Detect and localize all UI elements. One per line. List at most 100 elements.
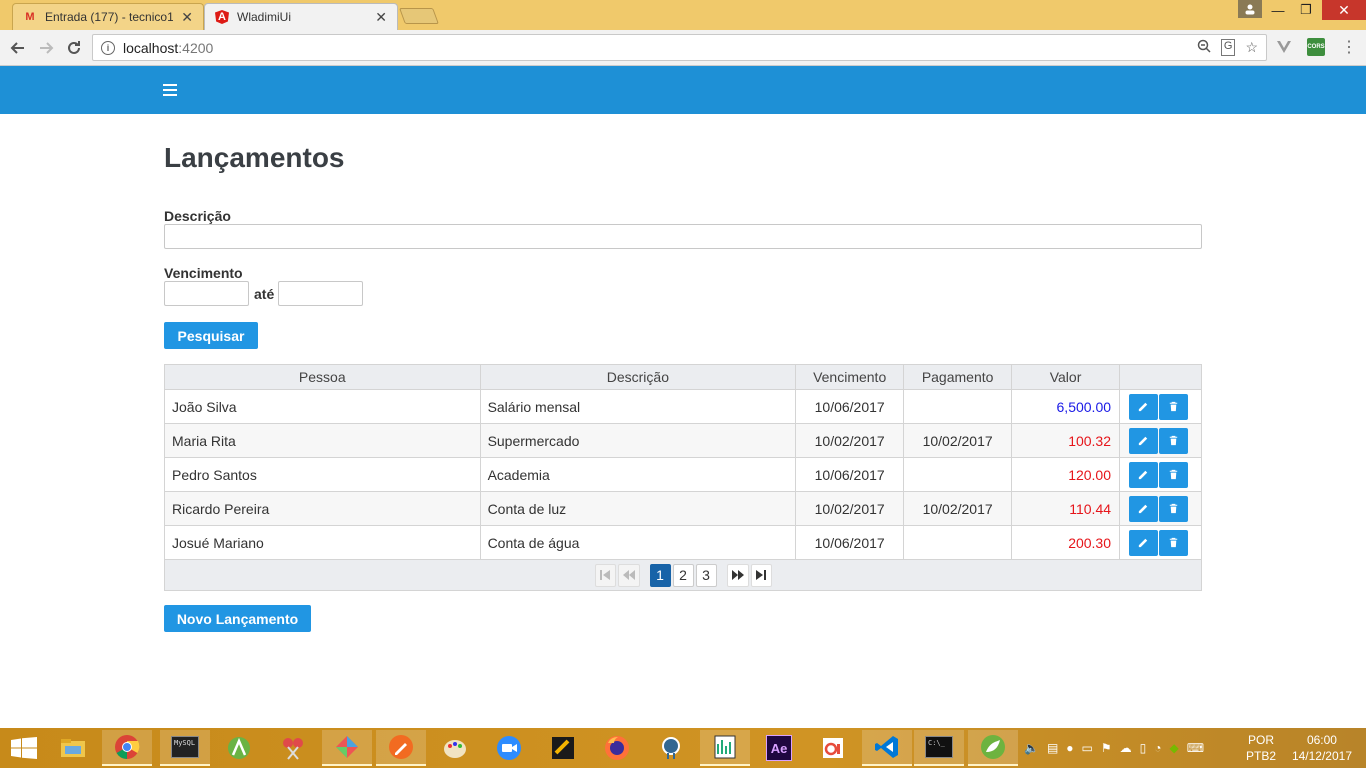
notepad-icon[interactable] [700, 730, 750, 766]
vencimento-fim-input[interactable] [278, 281, 363, 306]
mysql-icon[interactable]: MySQL [160, 730, 210, 766]
pencil-icon [1138, 402, 1148, 412]
delete-button[interactable] [1159, 529, 1189, 556]
input-language[interactable]: POR PTB2 [1246, 732, 1276, 764]
zoom-icon[interactable] [1197, 39, 1211, 56]
cors-extension-icon[interactable]: CORS [1307, 38, 1325, 56]
windows-start-icon[interactable] [0, 728, 48, 768]
cell-actions [1119, 389, 1202, 424]
vue-devtools-icon[interactable] [1275, 38, 1293, 56]
battery-icon[interactable]: ▯ [1140, 741, 1147, 755]
gmail-icon: M [25, 11, 35, 23]
column-header-vencimento[interactable]: Vencimento [795, 364, 905, 390]
video-call-icon[interactable] [484, 730, 534, 766]
delete-button[interactable] [1159, 495, 1189, 522]
pencil-icon [1138, 504, 1148, 514]
camera-icon[interactable]: ● [1066, 741, 1073, 755]
trash-icon [1169, 435, 1178, 446]
column-header-pagamento[interactable]: Pagamento [903, 364, 1013, 390]
cell-descricao: Supermercado [479, 423, 797, 458]
delete-button[interactable] [1159, 461, 1189, 488]
url-port: :4200 [178, 39, 214, 56]
bookmark-star-icon[interactable]: ☆ [1245, 39, 1258, 56]
previous-page-icon[interactable] [617, 563, 640, 587]
site-info-icon[interactable]: i [101, 40, 115, 55]
android-studio-icon[interactable] [214, 730, 264, 766]
delete-button[interactable] [1159, 427, 1189, 454]
page-2-button[interactable]: 2 [672, 563, 694, 587]
column-header-valor[interactable]: Valor [1011, 364, 1121, 390]
next-page-icon[interactable] [726, 563, 749, 587]
file-explorer-icon[interactable] [48, 730, 98, 766]
pencil-app-icon[interactable] [376, 730, 426, 766]
new-tab-button[interactable] [399, 8, 439, 24]
page-1-button[interactable]: 1 [649, 563, 671, 587]
column-header-descricao[interactable]: Descrição [479, 364, 797, 390]
pencil-icon [1138, 538, 1148, 548]
office-icon[interactable] [808, 730, 858, 766]
vencimento-inicio-input[interactable] [164, 281, 249, 306]
keyboard-icon[interactable]: ⌨ [1187, 741, 1204, 755]
snipping-tool-icon[interactable] [268, 730, 318, 766]
close-tab-icon[interactable]: ✕ [375, 9, 387, 26]
page-3-button[interactable]: 3 [695, 563, 717, 587]
paint-icon[interactable] [430, 730, 480, 766]
last-page-icon[interactable] [750, 563, 772, 587]
cell-vencimento: 10/02/2017 [795, 491, 905, 526]
address-bar[interactable]: i localhost:4200 G ☆ [92, 34, 1267, 61]
restore-button[interactable]: ❐ [1292, 0, 1320, 20]
close-tab-icon[interactable]: ✕ [181, 9, 193, 26]
spring-tool-suite-icon[interactable] [968, 730, 1018, 766]
column-header-pessoa[interactable]: Pessoa [164, 364, 481, 390]
vscode-icon[interactable] [862, 730, 912, 766]
pencil-icon [1138, 436, 1148, 446]
firefox-icon[interactable] [592, 730, 642, 766]
cell-pagamento [903, 525, 1013, 560]
edit-button[interactable] [1129, 461, 1159, 488]
postgresql-icon[interactable] [646, 730, 696, 766]
edit-button[interactable] [1129, 495, 1159, 522]
descricao-input[interactable] [164, 224, 1202, 249]
cell-pagamento [903, 389, 1013, 424]
trash-icon [1169, 537, 1178, 548]
cell-pessoa: Ricardo Pereira [164, 491, 481, 526]
onedrive-icon[interactable]: ▭ [1082, 741, 1093, 755]
glary-icon[interactable] [538, 730, 588, 766]
novo-lancamento-button[interactable]: Novo Lançamento [164, 605, 311, 632]
table-row: Maria Rita Supermercado 10/02/2017 10/02… [164, 423, 1202, 458]
trash-icon [1169, 503, 1178, 514]
first-page-icon[interactable] [594, 563, 616, 587]
cell-pessoa: Maria Rita [164, 423, 481, 458]
minimize-button[interactable]: — [1264, 0, 1292, 20]
browser-tab-bar: M Entrada (177) - tecnico10 ✕ A WladimiU… [0, 0, 1366, 30]
network-icon[interactable]: ▤ [1047, 741, 1058, 755]
wifi-icon[interactable]: ◔ [1154, 741, 1161, 755]
nvidia-icon[interactable]: ◆ [1170, 741, 1179, 755]
edit-button[interactable] [1129, 427, 1159, 454]
cell-valor: 100.32 [1011, 423, 1121, 458]
delete-button[interactable] [1159, 393, 1189, 420]
translate-icon[interactable]: G [1220, 39, 1236, 56]
chrome-icon[interactable] [102, 730, 152, 766]
system-clock[interactable]: 06:00 14/12/2017 [1292, 732, 1352, 764]
flag-icon[interactable]: ⚑ [1101, 741, 1112, 755]
tab-title: WladimiUi [237, 10, 291, 24]
app-icon[interactable] [322, 730, 372, 766]
profile-icon[interactable] [1238, 0, 1262, 18]
app-header [0, 66, 1366, 114]
after-effects-icon[interactable]: Ae [754, 730, 804, 766]
close-window-button[interactable]: ✕ [1322, 0, 1366, 20]
reload-icon[interactable] [62, 36, 86, 60]
edit-button[interactable] [1129, 393, 1159, 420]
speaker-icon[interactable]: 🔈 [1024, 741, 1039, 755]
cloud-icon[interactable]: ☁ [1120, 741, 1132, 755]
forward-icon[interactable] [34, 36, 58, 60]
back-icon[interactable] [6, 36, 30, 60]
hamburger-menu-icon[interactable] [162, 80, 178, 100]
pesquisar-button[interactable]: Pesquisar [164, 322, 258, 349]
browser-tab-app[interactable]: A WladimiUi ✕ [204, 3, 398, 30]
command-prompt-icon[interactable]: C:\_ [914, 730, 964, 766]
browser-tab-gmail[interactable]: M Entrada (177) - tecnico10 ✕ [12, 3, 204, 30]
edit-button[interactable] [1129, 529, 1159, 556]
menu-icon[interactable]: ⋮ [1340, 38, 1358, 56]
